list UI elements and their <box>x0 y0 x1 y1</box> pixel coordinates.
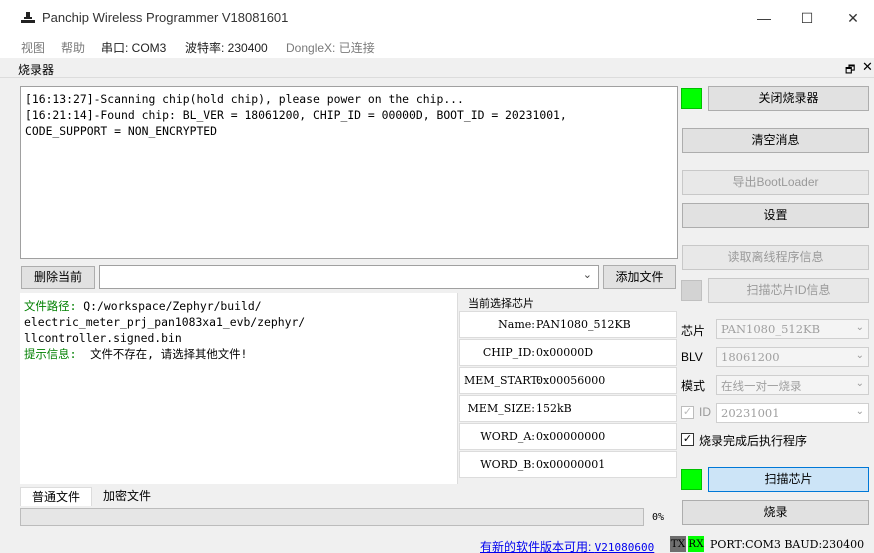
program-button[interactable]: 烧录 <box>682 500 869 525</box>
maximize-button[interactable]: ☐ <box>792 6 822 30</box>
clear-messages-button[interactable]: 清空消息 <box>682 128 869 153</box>
scan-id-status-led <box>681 280 702 301</box>
chip-row-value: 0x00000001 <box>536 458 606 471</box>
chevron-down-icon: ⌄ <box>855 322 864 333</box>
port-baud-status: PORT:COM3 BAUD:230400 <box>710 538 865 551</box>
blv-select-value: 18061200 <box>721 350 780 364</box>
update-text: 有新的软件版本可用: <box>480 540 595 553</box>
close-programmer-button[interactable]: 关闭烧录器 <box>708 86 869 111</box>
chip-row-mem-start: MEM_START: 0x00056000 <box>459 367 677 394</box>
id-label: ID <box>699 405 711 419</box>
id-checkbox[interactable]: ✓ <box>681 406 694 419</box>
menu-dongle[interactable]: DongleX: 已连接 <box>286 39 375 56</box>
title-bar: Panchip Wireless Programmer V18081601 — … <box>0 0 874 36</box>
tab-encrypted-file[interactable]: 加密文件 <box>94 487 160 506</box>
chip-panel-legend: 当前选择芯片 <box>468 298 534 310</box>
blv-label: BLV <box>681 350 703 364</box>
chip-row-word-b: WORD_B: 0x00000001 <box>459 451 677 478</box>
run-after-checkbox[interactable]: ✓ <box>681 433 694 446</box>
float-icon[interactable]: 🗗 <box>845 61 855 80</box>
chip-row-key: WORD_B: <box>480 458 535 471</box>
menu-view[interactable]: 视图 <box>21 39 45 56</box>
chip-label: 芯片 <box>681 324 706 338</box>
id-select-value: 20231001 <box>721 406 780 420</box>
menu-bar: 视图 帮助 串口: COM3 波特率: 230400 DongleX: 已连接 <box>0 36 874 58</box>
chip-row-value: 0x00000000 <box>536 430 606 443</box>
chip-row-key: MEM_SIZE: <box>467 402 535 415</box>
add-file-button[interactable]: 添加文件 <box>603 265 676 289</box>
chevron-down-icon: ⌄ <box>582 269 592 281</box>
chip-row-key: Name: <box>498 318 535 331</box>
chip-row-key: CHIP_ID: <box>482 346 535 359</box>
progress-percent: 0% <box>652 512 665 523</box>
close-window-button[interactable]: ✕ <box>838 6 868 30</box>
chevron-down-icon: ⌄ <box>855 350 864 361</box>
update-available-link[interactable]: 有新的软件版本可用: V21080600 <box>480 538 654 553</box>
settings-button[interactable]: 设置 <box>682 203 869 228</box>
tab-normal-file[interactable]: 普通文件 <box>20 487 92 506</box>
chip-row-key: WORD_A: <box>480 430 535 443</box>
chip-select-value: PAN1080_512KB <box>721 322 821 336</box>
mode-select-value: 在线一对一烧录 <box>721 379 802 393</box>
chevron-down-icon: ⌄ <box>855 406 864 417</box>
programmer-status-led <box>681 88 702 109</box>
menu-help[interactable]: 帮助 <box>61 39 85 56</box>
current-chip-panel: 当前选择芯片 Name: PAN1080_512KB CHIP_ID: 0x00… <box>457 293 678 484</box>
progress-bar <box>20 508 644 526</box>
read-offline-info-button[interactable]: 读取离线程序信息 <box>682 245 869 270</box>
chip-row-value: 0x00056000 <box>536 374 606 387</box>
chip-row-value: PAN1080_512KB <box>536 318 631 331</box>
dock-close-icon[interactable]: ✕ <box>862 59 873 75</box>
id-select[interactable]: 20231001 ⌄ <box>716 403 869 423</box>
chip-row-key: MEM_START: <box>464 374 542 387</box>
file-path-label: 文件路径: <box>24 299 77 313</box>
chip-row-value: 152kB <box>536 402 572 415</box>
tip-value: 文件不存在, 请选择其他文件! <box>76 347 248 361</box>
file-select[interactable]: ⌄ <box>99 265 599 289</box>
programmer-app-icon <box>21 12 35 23</box>
mode-select[interactable]: 在线一对一烧录 ⌄ <box>716 375 869 395</box>
tip-label: 提示信息: <box>24 347 77 361</box>
chip-row-value: 0x00000D <box>536 346 594 359</box>
scan-chip-id-button[interactable]: 扫描芯片ID信息 <box>708 278 869 303</box>
scan-chip-status-led <box>681 469 702 490</box>
run-after-label: 烧录完成后执行程序 <box>699 434 808 448</box>
dock-header: 烧录器 🗗 ✕ <box>0 58 874 78</box>
chip-row-chip-id: CHIP_ID: 0x00000D <box>459 339 677 366</box>
mode-label: 模式 <box>681 379 706 393</box>
tx-indicator: TX <box>670 536 686 552</box>
blv-select[interactable]: 18061200 ⌄ <box>716 347 869 367</box>
window-title: Panchip Wireless Programmer V18081601 <box>42 10 289 25</box>
export-bootloader-button[interactable]: 导出BootLoader <box>682 170 869 195</box>
message-log[interactable]: [16:13:27]-Scanning chip(hold chip), ple… <box>20 86 678 259</box>
menu-baud[interactable]: 波特率: 230400 <box>185 39 268 56</box>
file-info-panel: 文件路径: Q:/workspace/Zephyr/build/ electri… <box>20 293 457 484</box>
rx-indicator: RX <box>688 536 704 552</box>
delete-current-button[interactable]: 删除当前 <box>21 266 95 289</box>
menu-port[interactable]: 串口: COM3 <box>101 39 166 56</box>
chip-row-name: Name: PAN1080_512KB <box>459 311 677 338</box>
chip-row-mem-size: MEM_SIZE: 152kB <box>459 395 677 422</box>
minimize-button[interactable]: — <box>749 6 779 30</box>
scan-chip-button[interactable]: 扫描芯片 <box>708 467 869 492</box>
dock-title: 烧录器 <box>18 63 55 77</box>
chip-select[interactable]: PAN1080_512KB ⌄ <box>716 319 869 339</box>
update-version: V21080600 <box>594 541 655 553</box>
chevron-down-icon: ⌄ <box>855 378 864 389</box>
chip-row-word-a: WORD_A: 0x00000000 <box>459 423 677 450</box>
